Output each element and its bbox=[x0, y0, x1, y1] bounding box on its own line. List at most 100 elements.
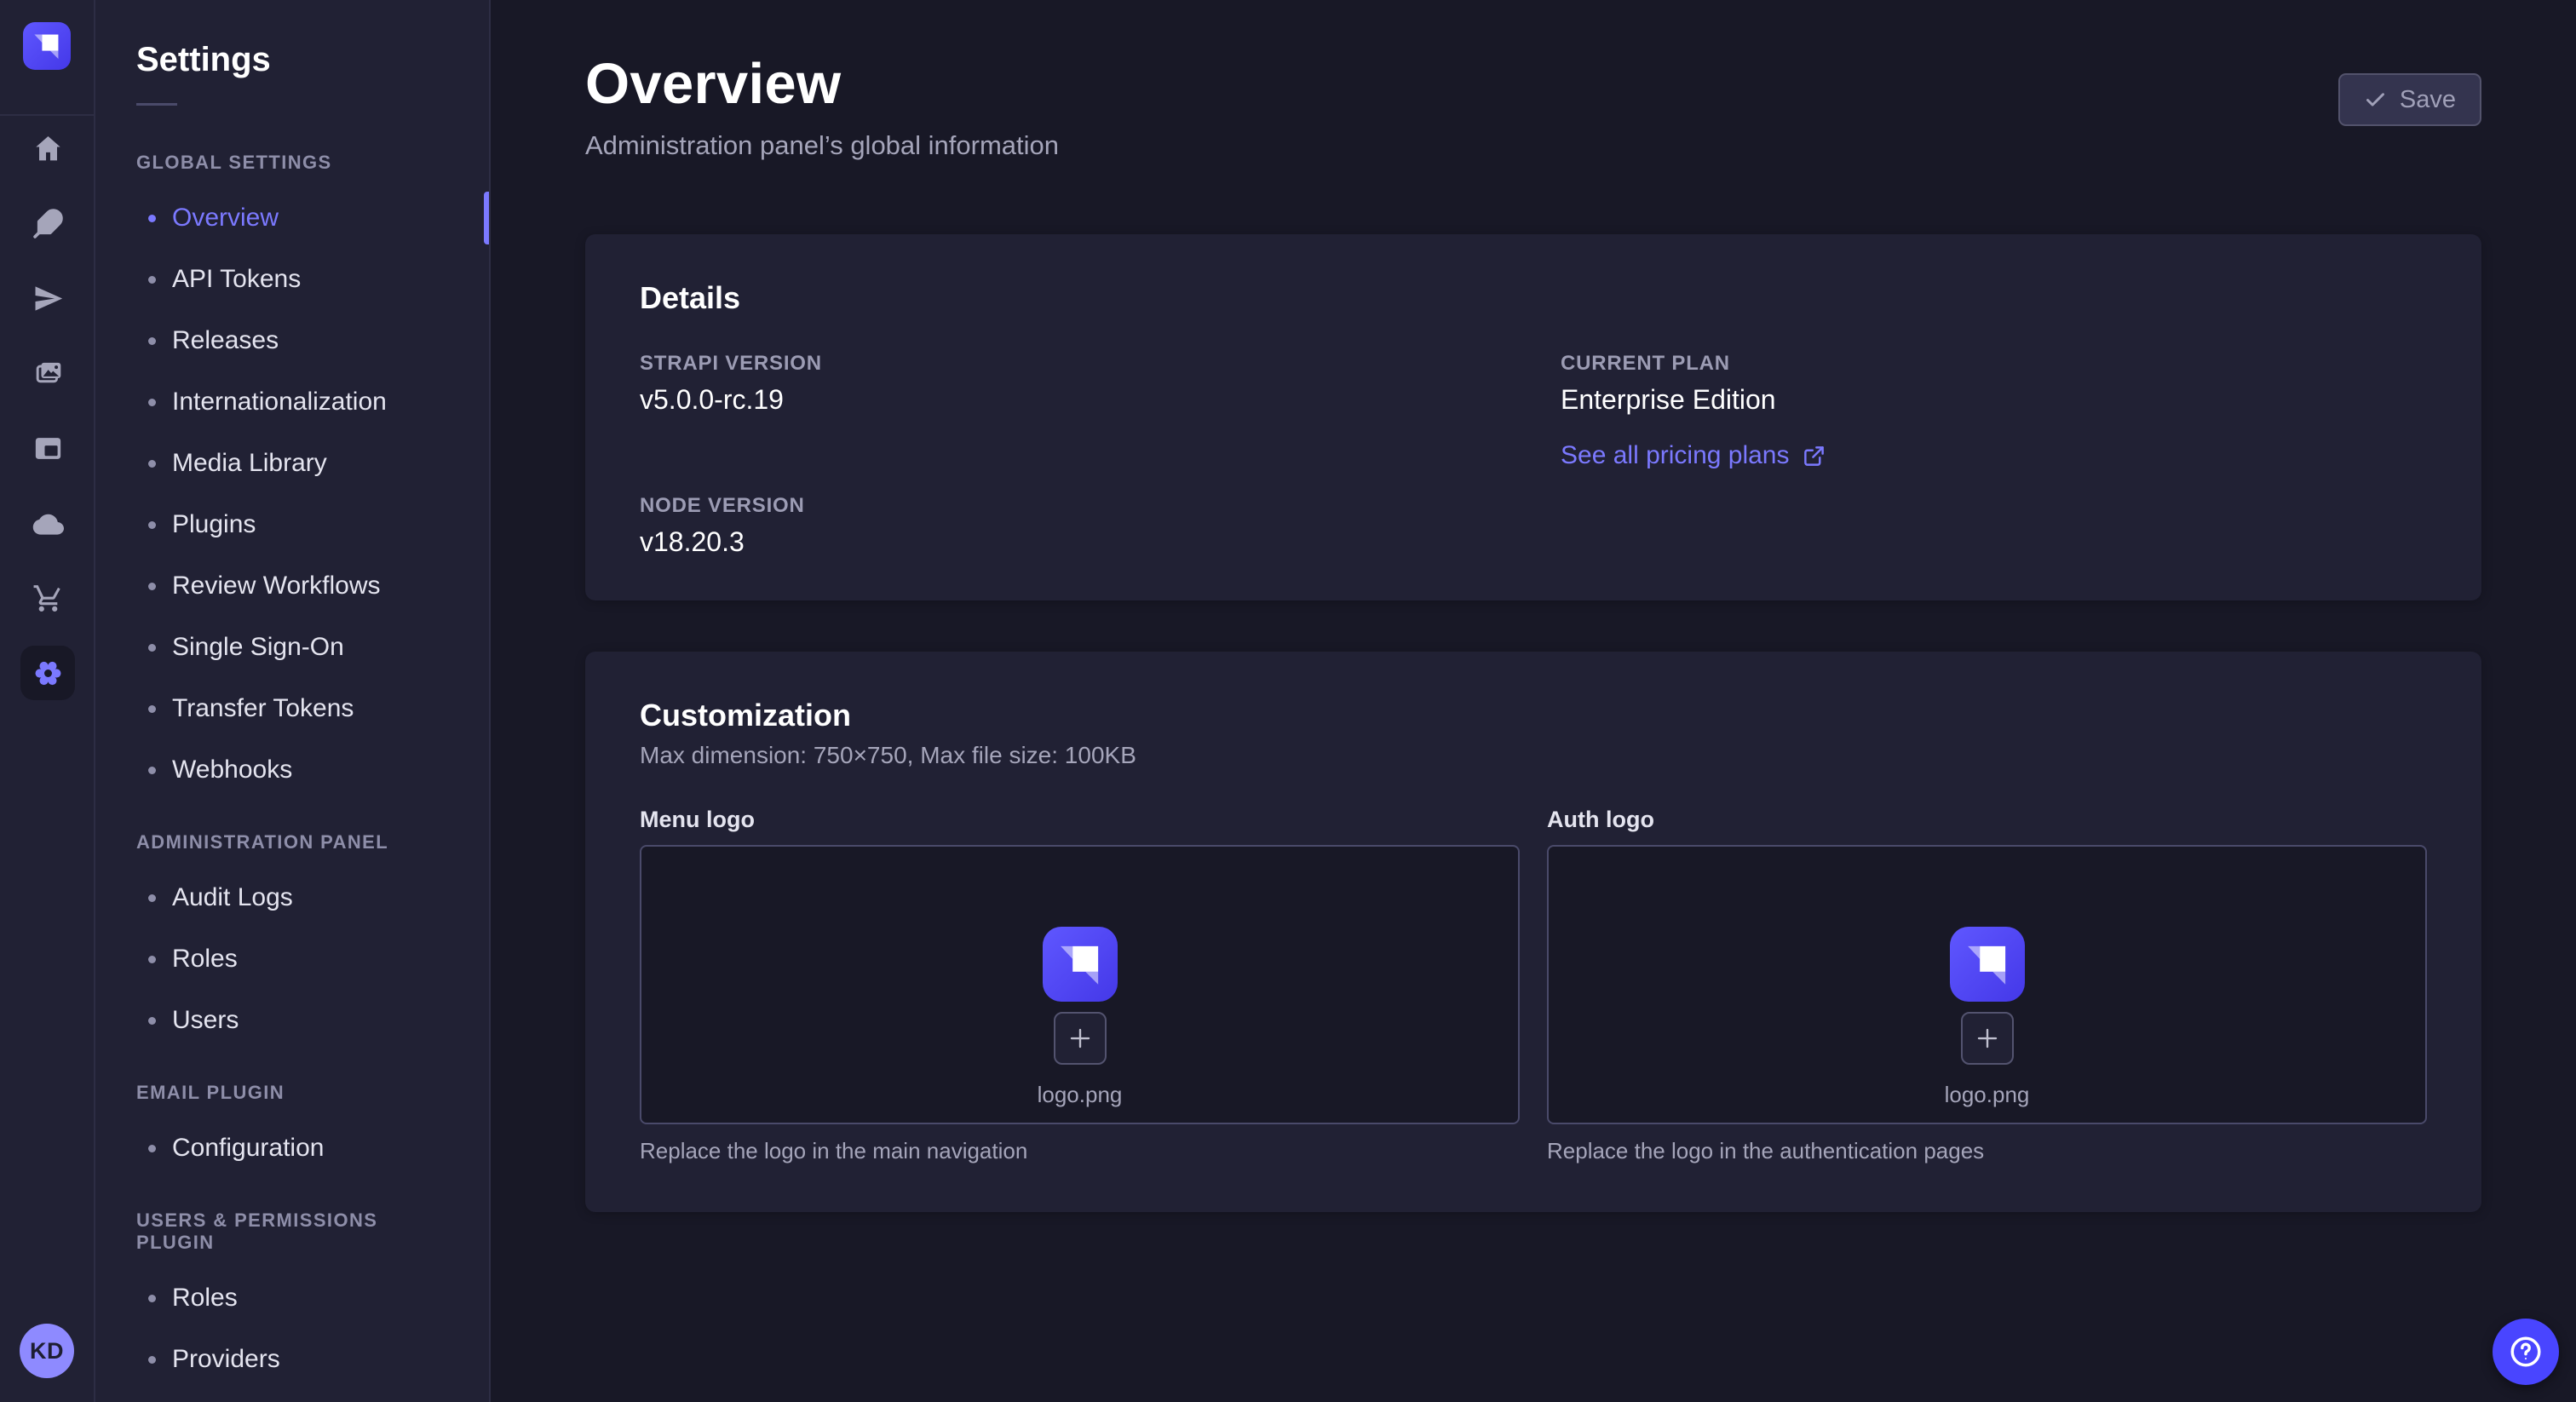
logo-preview bbox=[1043, 927, 1118, 1002]
sidebar-item-internationalization[interactable]: Internationalization bbox=[95, 371, 489, 433]
nav-content-manager[interactable] bbox=[0, 411, 95, 486]
bullet-icon bbox=[148, 956, 156, 963]
subnav-sections: GLOBAL SETTINGS Overview API Tokens Rele… bbox=[95, 106, 489, 1390]
logo-preview bbox=[1950, 927, 2025, 1002]
field-value: v5.0.0-rc.19 bbox=[640, 384, 1506, 416]
sidebar-item-roles[interactable]: Roles bbox=[95, 1267, 489, 1329]
bullet-icon bbox=[148, 215, 156, 222]
sidebar-item-transfer-tokens[interactable]: Transfer Tokens bbox=[95, 678, 489, 739]
nav-cloud[interactable] bbox=[0, 486, 95, 560]
sidebar-item-label: Configuration bbox=[172, 1134, 324, 1163]
customization-heading: Customization bbox=[640, 698, 2427, 733]
bullet-icon bbox=[148, 1295, 156, 1302]
rail-icon-list bbox=[0, 111, 94, 710]
bullet-icon bbox=[148, 1017, 156, 1025]
main-content: Overview Administration panel’s global i… bbox=[491, 0, 2576, 1402]
page-header-text: Overview Administration panel’s global i… bbox=[585, 51, 1059, 161]
strapi-logo-icon bbox=[23, 22, 71, 70]
sidebar-item-plugins[interactable]: Plugins bbox=[95, 494, 489, 555]
sidebar-item-single-sign-on[interactable]: Single Sign-On bbox=[95, 617, 489, 678]
bullet-icon bbox=[148, 337, 156, 345]
user-avatar[interactable]: KD bbox=[20, 1324, 74, 1378]
logo-caption: Replace the logo in the authentication p… bbox=[1547, 1138, 2427, 1164]
details-card: Details STRAPI VERSION v5.0.0-rc.19 CURR… bbox=[585, 234, 2481, 600]
feather-icon bbox=[32, 208, 64, 239]
sidebar-item-audit-logs[interactable]: Audit Logs bbox=[95, 867, 489, 928]
nav-home[interactable] bbox=[0, 111, 95, 186]
sidebar-item-label: Audit Logs bbox=[172, 883, 293, 912]
subnav-section-label: USERS & PERMISSIONS PLUGIN bbox=[136, 1210, 448, 1254]
bullet-icon bbox=[148, 583, 156, 590]
subnav-section: ADMINISTRATION PANEL Audit Logs Roles Us… bbox=[95, 831, 489, 1051]
add-logo-button[interactable] bbox=[1961, 1012, 2014, 1065]
sidebar-item-label: Internationalization bbox=[172, 388, 387, 417]
main-nav-rail: KD bbox=[0, 0, 95, 1402]
field-node-version: NODE VERSION v18.20.3 bbox=[640, 494, 1506, 558]
sidebar-item-releases[interactable]: Releases bbox=[95, 310, 489, 371]
layout-panel-icon bbox=[32, 433, 64, 464]
bullet-icon bbox=[148, 894, 156, 902]
nav-marketplace[interactable] bbox=[0, 560, 95, 635]
subnav-section: GLOBAL SETTINGS Overview API Tokens Rele… bbox=[95, 152, 489, 801]
settings-subnav: Settings GLOBAL SETTINGS Overview API To… bbox=[95, 0, 491, 1402]
save-button[interactable]: Save bbox=[2338, 73, 2481, 126]
strapi-logo-icon bbox=[1950, 927, 2025, 1002]
cloud-icon bbox=[32, 508, 64, 539]
sidebar-item-configuration[interactable]: Configuration bbox=[95, 1118, 489, 1179]
strapi-logo[interactable] bbox=[23, 22, 71, 70]
strapi-admin-app: KD Settings GLOBAL SETTINGS Overview API… bbox=[0, 0, 2576, 1402]
sidebar-item-review-workflows[interactable]: Review Workflows bbox=[95, 555, 489, 617]
logo-field-label: Menu logo bbox=[640, 807, 755, 832]
sidebar-item-label: Providers bbox=[172, 1345, 280, 1374]
active-nav-pill bbox=[20, 646, 75, 700]
field-strapi-version: STRAPI VERSION v5.0.0-rc.19 bbox=[640, 352, 1506, 470]
page-header: Overview Administration panel’s global i… bbox=[585, 51, 2481, 161]
save-button-label: Save bbox=[2400, 86, 2456, 114]
sidebar-item-api-tokens[interactable]: API Tokens bbox=[95, 249, 489, 310]
sidebar-item-label: Transfer Tokens bbox=[172, 694, 354, 723]
subnav-section: USERS & PERMISSIONS PLUGIN Roles Provide… bbox=[95, 1210, 489, 1390]
details-grid: STRAPI VERSION v5.0.0-rc.19 CURRENT PLAN… bbox=[640, 352, 2427, 558]
subnav-title: Settings bbox=[136, 41, 489, 79]
nav-deploy[interactable] bbox=[0, 261, 95, 336]
add-logo-button[interactable] bbox=[1054, 1012, 1107, 1065]
field-label: CURRENT PLAN bbox=[1561, 352, 2427, 376]
subnav-section-label: ADMINISTRATION PANEL bbox=[136, 831, 448, 853]
field-current-plan: CURRENT PLAN Enterprise Edition See all … bbox=[1561, 352, 2427, 470]
images-icon bbox=[32, 358, 64, 389]
paper-plane-icon bbox=[32, 283, 64, 314]
sidebar-item-users[interactable]: Users bbox=[95, 990, 489, 1051]
logo-filename: logo.png bbox=[1945, 1082, 2030, 1108]
bullet-icon bbox=[148, 1356, 156, 1364]
subnav-item-list: Overview API Tokens Releases Internation… bbox=[95, 187, 489, 801]
sidebar-item-media-library[interactable]: Media Library bbox=[95, 433, 489, 494]
sidebar-item-label: Users bbox=[172, 1006, 239, 1035]
pricing-plans-link-label: See all pricing plans bbox=[1561, 441, 1790, 470]
bullet-icon bbox=[148, 767, 156, 774]
help-button[interactable] bbox=[2493, 1319, 2559, 1385]
field-label: NODE VERSION bbox=[640, 494, 1506, 518]
sidebar-item-webhooks[interactable]: Webhooks bbox=[95, 739, 489, 801]
logo-upload-box: logo.png bbox=[1547, 845, 2427, 1124]
sidebar-item-roles[interactable]: Roles bbox=[95, 928, 489, 990]
check-icon bbox=[2364, 89, 2387, 112]
nav-media-library[interactable] bbox=[0, 336, 95, 411]
sidebar-item-providers[interactable]: Providers bbox=[95, 1329, 489, 1390]
sidebar-item-label: Single Sign-On bbox=[172, 633, 344, 662]
sidebar-item-label: Media Library bbox=[172, 449, 327, 478]
sidebar-item-label: Roles bbox=[172, 1284, 238, 1313]
logo-filename: logo.png bbox=[1038, 1082, 1123, 1108]
question-mark-icon bbox=[2508, 1334, 2544, 1370]
nav-content-builder[interactable] bbox=[0, 186, 95, 261]
sidebar-item-label: Releases bbox=[172, 326, 279, 355]
subnav-item-list: Roles Providers bbox=[95, 1267, 489, 1390]
menu-logo-block: Menu logo logo.png Replace the logo in t… bbox=[640, 807, 1520, 1164]
sidebar-item-overview[interactable]: Overview bbox=[95, 187, 489, 249]
pricing-plans-link[interactable]: See all pricing plans bbox=[1561, 441, 1826, 470]
bullet-icon bbox=[148, 460, 156, 468]
page-subtitle: Administration panel’s global informatio… bbox=[585, 130, 1059, 161]
nav-settings[interactable] bbox=[0, 635, 95, 710]
auth-logo-block: Auth logo logo.png Replace the logo in t… bbox=[1547, 807, 2427, 1164]
plus-icon bbox=[1067, 1026, 1093, 1051]
subnav-item-list: Configuration bbox=[95, 1118, 489, 1179]
